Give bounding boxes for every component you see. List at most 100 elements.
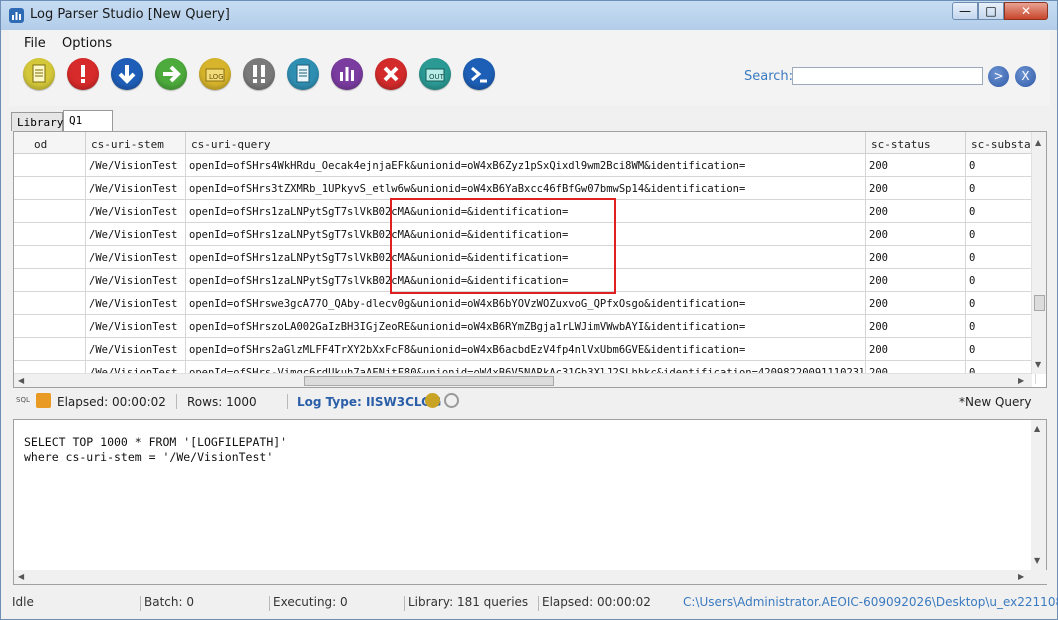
table-cell: 0 [966, 154, 1036, 177]
gear-icon[interactable] [444, 393, 459, 408]
column-header[interactable]: cs-uri-stem [86, 132, 186, 154]
tab-q1[interactable]: Q1 [63, 110, 113, 131]
query-elapsed: Elapsed: 00:00:02 [57, 395, 166, 409]
highlight-box [390, 198, 616, 294]
alert-button[interactable] [67, 58, 99, 90]
query-editor[interactable]: SELECT TOP 1000 * FROM '[LOGFILEPATH]' w… [13, 419, 1048, 585]
log-folder-button[interactable]: LOG [199, 58, 231, 90]
document-button[interactable] [287, 58, 319, 90]
close-button[interactable]: ✕ [1004, 2, 1048, 20]
scroll-right-icon[interactable]: ▶ [1018, 572, 1024, 581]
divider [538, 596, 539, 611]
svg-text:OUT: OUT [429, 73, 445, 81]
status-executing: Executing: 0 [273, 595, 348, 609]
title-bar: Log Parser Studio [New Query] — □ ✕ [1, 1, 1057, 30]
table-cell: openId=ofSHrszoLA002GaIzBH3IGjZeoRE&unio… [186, 315, 866, 338]
toolbar: LOG OUT Search: > X [9, 54, 1050, 106]
vertical-scroll-thumb[interactable] [1034, 295, 1045, 311]
query-tab-name: *New Query [959, 395, 1032, 409]
table-cell: 200 [866, 154, 966, 177]
document-icon [296, 64, 310, 83]
search-go-button[interactable]: > [988, 66, 1009, 87]
table-cell [14, 246, 86, 269]
table-cell: openId=ofSHrs3tZXMRb_1UPkyvS_etlw6w&unio… [186, 177, 866, 200]
new-query-icon [32, 64, 46, 83]
query-text[interactable]: SELECT TOP 1000 * FROM '[LOGFILEPATH]' w… [24, 435, 287, 465]
sql-icon: SQL [16, 396, 30, 404]
table-row[interactable]: /We/VisionTest openId=ofSHrs3tZXMRb_1UPky… [14, 177, 1036, 200]
app-logo-icon [9, 8, 24, 23]
download-icon [118, 65, 136, 84]
table-cell: /We/VisionTest [86, 246, 186, 269]
scroll-right-icon[interactable]: ▶ [1018, 376, 1024, 385]
go-button[interactable] [155, 58, 187, 90]
table-row[interactable]: /We/VisionTest openId=ofSHrszoLA002GaIzBH… [14, 315, 1036, 338]
status-library: Library: 181 queries [408, 595, 529, 609]
output-button[interactable]: OUT [419, 58, 451, 90]
table-cell: openId=ofSHrs2aGlzMLFF4TrXY2bXxFcF8&unio… [186, 338, 866, 361]
query-status-strip: SQL Elapsed: 00:00:02 Rows: 1000 Log Typ… [13, 391, 1047, 412]
menu-file[interactable]: File [24, 36, 46, 51]
table-cell [14, 315, 86, 338]
chart-button[interactable] [331, 58, 363, 90]
chevron-right-icon: > [993, 69, 1004, 83]
cancel-button[interactable] [375, 58, 407, 90]
table-cell: 0 [966, 177, 1036, 200]
table-cell: 200 [866, 177, 966, 200]
table-row[interactable]: /We/VisionTest openId=ofSHrswe3gcA77O_QAb… [14, 292, 1036, 315]
minimize-button[interactable]: — [952, 2, 978, 20]
log-type[interactable]: Log Type: IISW3CLOG [297, 395, 441, 409]
horizontal-scroll-thumb[interactable] [304, 376, 554, 386]
scroll-left-icon[interactable]: ◀ [18, 572, 24, 581]
status-elapsed: Elapsed: 00:00:02 [542, 595, 651, 609]
status-log-path[interactable]: C:\Users\Administrator.AEOIC-609092026\D… [683, 595, 1058, 609]
go-arrow-icon [163, 65, 181, 83]
table-cell: 0 [966, 315, 1036, 338]
table-cell: /We/VisionTest [86, 315, 186, 338]
window-title: Log Parser Studio [New Query] [30, 7, 230, 22]
maximize-button[interactable]: □ [978, 2, 1004, 20]
vertical-scrollbar[interactable]: ▲ ▼ [1031, 132, 1046, 374]
log-folder-icon: LOG [205, 68, 225, 82]
scroll-down-icon[interactable]: ▼ [1034, 556, 1040, 565]
table-row[interactable]: /We/VisionTest openId=ofSHrs2aGlzMLFF4TrX… [14, 338, 1036, 361]
clear-icon: X [1021, 69, 1030, 83]
scroll-down-icon[interactable]: ▼ [1035, 360, 1041, 369]
grid-header: od cs-uri-stem cs-uri-query sc-status sc-sub… [14, 132, 1036, 154]
column-header[interactable]: od [14, 132, 86, 154]
horizontal-scrollbar[interactable]: ◀ ▶ [14, 373, 1032, 387]
table-cell: 0 [966, 223, 1036, 246]
table-cell: 0 [966, 200, 1036, 223]
table-cell: openId=ofSHrs4WkHRdu_Oecak4ejnjaEFk&unio… [186, 154, 866, 177]
new-query-button[interactable] [23, 58, 55, 90]
table-cell: /We/VisionTest [86, 200, 186, 223]
table-cell [14, 223, 86, 246]
search-input[interactable] [792, 67, 983, 85]
powershell-button[interactable] [463, 58, 495, 90]
download-button[interactable] [111, 58, 143, 90]
chart-icon [340, 67, 354, 81]
column-header[interactable]: cs-uri-query [186, 132, 866, 154]
table-cell: 200 [866, 338, 966, 361]
editor-vertical-scrollbar[interactable]: ▲ ▼ [1031, 420, 1046, 570]
column-header[interactable]: sc-substat [966, 132, 1036, 154]
table-cell: 200 [866, 223, 966, 246]
column-header[interactable]: sc-status [866, 132, 966, 154]
menu-options[interactable]: Options [62, 36, 112, 51]
output-icon: OUT [425, 68, 445, 82]
table-row[interactable]: /We/VisionTest openId=ofSHrs4WkHRdu_Oecak… [14, 154, 1036, 177]
app-window: Log Parser Studio [New Query] — □ ✕ File… [0, 0, 1058, 620]
scroll-up-icon[interactable]: ▲ [1035, 138, 1041, 147]
double-alert-button[interactable] [243, 58, 275, 90]
status-bar: Idle Batch: 0 Executing: 0 Library: 181 … [9, 593, 1058, 613]
search-clear-button[interactable]: X [1015, 66, 1036, 87]
editor-horizontal-scrollbar[interactable]: ◀ ▶ [14, 570, 1048, 584]
scroll-up-icon[interactable]: ▲ [1034, 424, 1040, 433]
table-cell: /We/VisionTest [86, 338, 186, 361]
scroll-left-icon[interactable]: ◀ [18, 376, 24, 385]
table-cell: openId=ofSHrswe3gcA77O_QAby-dlecv0g&unio… [186, 292, 866, 315]
table-cell: 200 [866, 292, 966, 315]
divider [404, 596, 405, 611]
log-type-dropdown-icon[interactable] [425, 393, 440, 408]
tab-library[interactable]: Library [11, 112, 63, 131]
